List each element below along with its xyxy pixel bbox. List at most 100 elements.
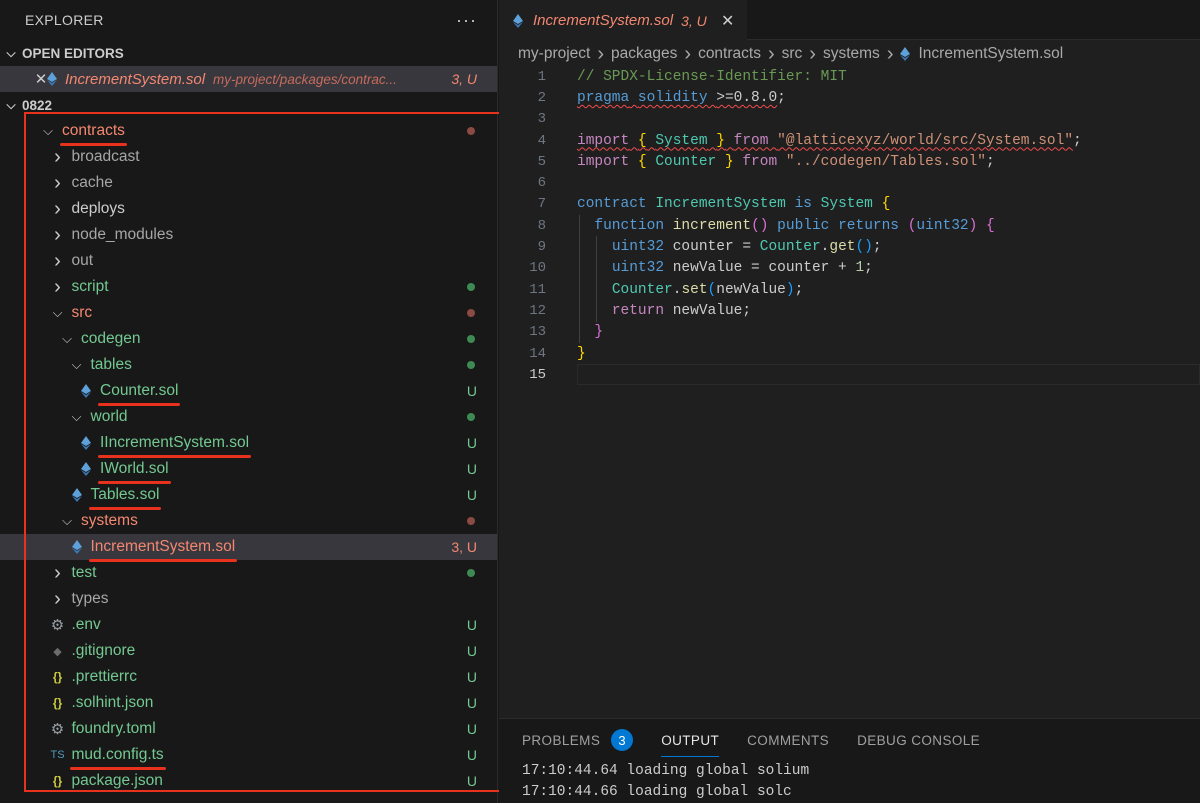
tree-item-label: .prettierrc: [71, 668, 137, 685]
code-line[interactable]: 11 Counter.set(newValue);: [499, 279, 1200, 300]
tree-item-label: .env: [71, 616, 101, 633]
code-line[interactable]: 12 return newValue;: [499, 300, 1200, 321]
code-token: }: [577, 345, 586, 362]
breadcrumb-item[interactable]: src: [782, 45, 803, 63]
tab-problems[interactable]: PROBLEMS 3: [522, 719, 634, 761]
code-line[interactable]: 8 function increment() public returns (u…: [499, 215, 1200, 236]
tree-item[interactable]: › deploys: [0, 196, 497, 222]
tree-item-label: codegen: [81, 330, 141, 347]
line-number: 8: [537, 217, 546, 234]
code-token: {: [637, 153, 647, 170]
tree-item[interactable]: › cache: [0, 170, 497, 196]
tree-item-label: tables: [90, 356, 132, 373]
code-line[interactable]: 10 uint32 newValue = counter + 1;: [499, 258, 1200, 279]
code-line[interactable]: 14}: [499, 343, 1200, 364]
code-token: Counter: [759, 239, 821, 256]
git-status-dot: [467, 309, 475, 317]
code-token: is: [794, 196, 812, 213]
line-number: 11: [529, 281, 546, 298]
git-status-badge: U: [466, 773, 477, 789]
tree-item[interactable]: › script: [0, 274, 497, 300]
chevron-right-icon: ›: [54, 276, 61, 298]
typescript-icon: TS: [50, 749, 65, 761]
code-token: solidity: [637, 89, 708, 106]
tree-item[interactable]: › types: [0, 586, 497, 612]
workspace-section[interactable]: ⌵ 0822: [0, 92, 497, 118]
tree-item[interactable]: {} .prettierrc U: [0, 664, 497, 690]
more-actions-icon[interactable]: ···: [456, 10, 477, 31]
breadcrumb-item[interactable]: contracts: [698, 45, 761, 63]
code-token: 1: [855, 260, 865, 277]
breadcrumb-item[interactable]: systems: [823, 45, 880, 63]
tree-item[interactable]: Counter.sol U: [0, 378, 497, 406]
git-status-dot: [467, 283, 475, 291]
code-line[interactable]: 4 import { System } from "@latticexyz/wor…: [499, 130, 1200, 151]
chevron-down-icon: ⌵: [71, 409, 82, 424]
code-token: ;: [1073, 132, 1082, 149]
breadcrumb-file[interactable]: IncrementSystem.sol: [900, 45, 1063, 63]
tab-debug-console[interactable]: DEBUG CONSOLE: [857, 719, 980, 761]
tree-item-label: Tables.sol: [88, 486, 162, 510]
code-line[interactable]: 9 uint32 counter = Counter.get();: [499, 236, 1200, 257]
tree-item[interactable]: ◆ .gitignore U: [0, 638, 497, 664]
tree-item[interactable]: ⌵ codegen: [0, 326, 497, 352]
tree-item[interactable]: ⌵ world: [0, 404, 497, 430]
tree-item[interactable]: › test: [0, 560, 497, 586]
tab-badge: 3, U: [681, 12, 707, 29]
tree-item[interactable]: › out: [0, 248, 497, 274]
open-editor-item[interactable]: ✕ IncrementSystem.sol my-project/package…: [0, 66, 497, 92]
code-line[interactable]: 1 // SPDX-License-Identifier: MIT: [499, 66, 1200, 87]
tree-item[interactable]: IWorld.sol U: [0, 456, 497, 484]
open-editors-section[interactable]: ⌵ OPEN EDITORS: [0, 40, 497, 66]
code-editor[interactable]: 1 // SPDX-License-Identifier: MIT 2 pragma …: [499, 66, 1200, 386]
code-line[interactable]: 3: [499, 109, 1200, 130]
tree-item-label: foundry.toml: [71, 720, 156, 737]
code-line[interactable]: 7 contract IncrementSystem is System {: [499, 194, 1200, 215]
tree-item[interactable]: ⌵ src: [0, 300, 497, 326]
git-status-dot: [467, 127, 475, 135]
tree-item[interactable]: › broadcast: [0, 144, 497, 170]
close-editor-button[interactable]: ✕: [0, 70, 48, 88]
tree-item[interactable]: Tables.sol U: [0, 482, 497, 510]
code-line[interactable]: 15: [499, 364, 1200, 386]
code-line[interactable]: 2 pragma solidity >=0.8.0;: [499, 87, 1200, 108]
tree-item[interactable]: ⌵ contracts: [0, 118, 497, 146]
tree-item[interactable]: ⌵ systems: [0, 508, 497, 534]
code-line[interactable]: 6: [499, 172, 1200, 193]
code-token: from: [733, 132, 769, 149]
tree-item[interactable]: {} package.json U: [0, 768, 497, 794]
tree-item[interactable]: IncrementSystem.sol 3, U: [0, 534, 497, 562]
tree-item-label: Counter.sol: [97, 382, 181, 406]
tree-item[interactable]: ⚙ .env U: [0, 612, 497, 638]
tab-output[interactable]: OUTPUT: [661, 719, 720, 761]
tree-item[interactable]: {} .solhint.json U: [0, 690, 497, 716]
code-line[interactable]: 13 }: [499, 322, 1200, 343]
tree-item-label: test: [71, 564, 97, 581]
code-token: newValue: [716, 281, 786, 298]
breadcrumb-item[interactable]: packages: [611, 45, 677, 63]
code-line[interactable]: 5 import { Counter } from "../codegen/Tab…: [499, 151, 1200, 172]
tree-item[interactable]: IIncrementSystem.sol U: [0, 430, 497, 458]
chevron-down-icon: ⌵: [62, 331, 72, 346]
tab-comments[interactable]: COMMENTS: [747, 719, 829, 761]
chevron-down-icon: ⌵: [6, 45, 16, 60]
line-number: 12: [529, 302, 546, 319]
chevron-down-icon: ⌵: [62, 513, 72, 528]
line-number: 10: [529, 260, 546, 277]
breadcrumb-item[interactable]: my-project: [518, 45, 590, 63]
tree-item[interactable]: › node_modules: [0, 222, 497, 248]
tree-item[interactable]: ⌵ tables: [0, 352, 497, 378]
git-status-badge: U: [466, 669, 477, 685]
close-icon[interactable]: ✕: [719, 11, 737, 31]
tab-increment-system[interactable]: IncrementSystem.sol 3, U ✕: [499, 0, 747, 40]
tree-item[interactable]: TS mud.config.ts U: [0, 742, 497, 770]
chevron-right-icon: ›: [54, 250, 61, 272]
tree-item[interactable]: ⚙ foundry.toml U: [0, 716, 497, 742]
